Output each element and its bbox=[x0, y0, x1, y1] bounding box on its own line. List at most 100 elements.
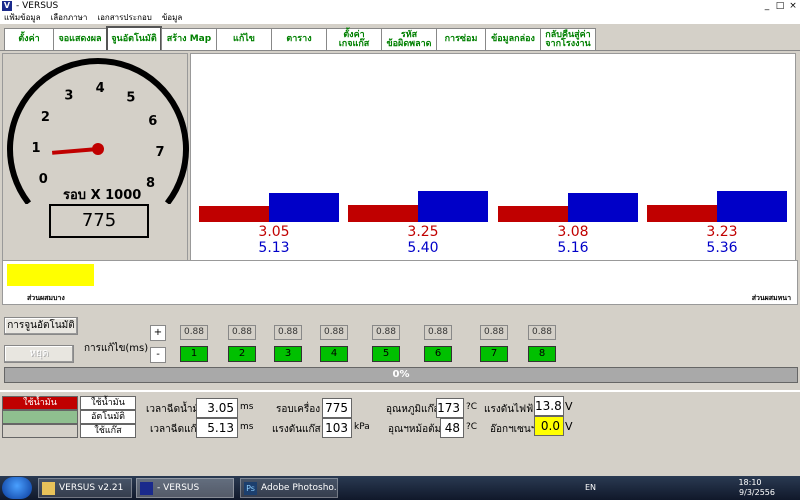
injector-correction-value: 0.88 bbox=[480, 325, 508, 340]
autotune-button[interactable]: การจูนอัตโนมัติ bbox=[4, 317, 78, 335]
task-versus-app[interactable]: - VERSUS bbox=[136, 478, 234, 498]
injector-3: 0.88 3 bbox=[274, 325, 302, 362]
gas-bar-3 bbox=[568, 192, 638, 222]
status-panel: ใช้น้ำมัน ใช้น้ำมัน อัตโนมัติ ใช้แก๊ส เว… bbox=[0, 390, 800, 476]
tab-7[interactable]: รหัส ข้อผิดพลาด bbox=[381, 28, 437, 50]
injector-2: 0.88 2 bbox=[228, 325, 256, 362]
voltage-label: แรงดันไฟฟ้า bbox=[484, 404, 539, 415]
folder-icon bbox=[42, 482, 55, 495]
auto-button[interactable]: อัตโนมัติ bbox=[80, 410, 136, 424]
use-oil-button[interactable]: ใช้น้ำมัน bbox=[80, 396, 136, 410]
taskbar: VERSUS v2.21 - VERSUS Ps Adobe Photosho.… bbox=[0, 476, 800, 500]
tab-9[interactable]: ข้อมูลกล่อง bbox=[485, 28, 541, 50]
injector-select-button[interactable]: 3 bbox=[274, 346, 302, 362]
plus-button[interactable]: + bbox=[150, 325, 166, 341]
bar-group-2 bbox=[348, 190, 498, 222]
injector-select-button[interactable]: 1 bbox=[180, 346, 208, 362]
voltage-unit: V bbox=[565, 400, 573, 413]
gas-state-indicator bbox=[2, 424, 78, 438]
injector-6: 0.88 6 bbox=[424, 325, 452, 362]
menu-file[interactable]: แฟ้มข้อมูล bbox=[4, 12, 41, 24]
use-gas-button[interactable]: ใช้แก๊ส bbox=[80, 424, 136, 438]
injector-select-button[interactable]: 4 bbox=[320, 346, 348, 362]
mixture-indicator bbox=[7, 264, 94, 286]
tab-4[interactable]: แก้ไข bbox=[216, 28, 272, 50]
gauge-tick-6: 6 bbox=[148, 114, 157, 129]
language-indicator[interactable]: EN bbox=[585, 483, 596, 492]
task-photoshop[interactable]: Ps Adobe Photosho... bbox=[240, 478, 338, 498]
gas-value-4: 5.36 bbox=[706, 240, 738, 256]
close-button[interactable]: × bbox=[788, 0, 798, 12]
injector-select-button[interactable]: 7 bbox=[480, 346, 508, 362]
mixture-strip: ส่วนผสมบาง ส่วนผสมหนา bbox=[2, 260, 798, 305]
gauge-needle bbox=[51, 147, 99, 155]
gas-bar-2 bbox=[418, 191, 488, 222]
injector-correction-value: 0.88 bbox=[424, 325, 452, 340]
fuel-state-indicator: ใช้น้ำมัน bbox=[2, 396, 78, 410]
gas-temp-label: อุณหภูมิแก๊ส bbox=[386, 404, 440, 415]
menu-documents[interactable]: เอกสารประกอบ bbox=[97, 12, 151, 24]
fuel-bar-3 bbox=[498, 205, 568, 222]
gas-bar-4 bbox=[717, 191, 787, 222]
injector-select-button[interactable]: 2 bbox=[228, 346, 256, 362]
rich-label: ส่วนผสมหนา bbox=[751, 294, 791, 302]
injector-correction-value: 0.88 bbox=[320, 325, 348, 340]
gas-time-label: เวลาฉีดแก๊ส bbox=[150, 424, 203, 435]
title-bar: V - VERSUS _ □ × bbox=[0, 0, 800, 12]
bar-group-3 bbox=[498, 190, 648, 222]
gauge-tick-5: 5 bbox=[126, 90, 135, 105]
gauge-tick-4: 4 bbox=[96, 81, 105, 96]
tab-0[interactable]: ตั้งค่า bbox=[4, 28, 54, 50]
pressure-unit: kPa bbox=[354, 422, 370, 432]
auto-state-indicator bbox=[2, 410, 78, 424]
window-title: - VERSUS bbox=[16, 1, 59, 11]
injector-4: 0.88 4 bbox=[320, 325, 348, 362]
injector-correction-value: 0.88 bbox=[228, 325, 256, 340]
minimize-button[interactable]: _ bbox=[762, 0, 772, 12]
rpm-value: 775 bbox=[322, 398, 352, 418]
o2-label: อ๊อกฯเซนฯ bbox=[490, 424, 537, 435]
fuel-bar-2 bbox=[348, 204, 418, 222]
tab-5[interactable]: ตาราง bbox=[271, 28, 327, 50]
o2-value: 0.0 bbox=[534, 416, 564, 436]
gauge-tick-0: 0 bbox=[39, 172, 48, 187]
fuel-time-value: 3.05 bbox=[196, 398, 238, 418]
gas-time-value: 5.13 bbox=[196, 418, 238, 438]
tab-10[interactable]: กลับคืนสู่ค่า จากโรงงาน bbox=[540, 28, 596, 50]
injector-7: 0.88 7 bbox=[480, 325, 508, 362]
tab-6[interactable]: ตั้งค่า เกจแก๊ส bbox=[326, 28, 382, 50]
injector-correction-value: 0.88 bbox=[528, 325, 556, 340]
tab-8[interactable]: การซ่อม bbox=[436, 28, 486, 50]
tab-3[interactable]: สร้าง Map bbox=[161, 28, 217, 50]
fuel-value-4: 3.23 bbox=[706, 224, 738, 240]
bar-group-4 bbox=[647, 190, 797, 222]
task-versus-folder[interactable]: VERSUS v2.21 bbox=[38, 478, 132, 498]
maximize-button[interactable]: □ bbox=[775, 0, 785, 12]
tab-1[interactable]: จอแสดงผล bbox=[53, 28, 107, 50]
injector-select-button[interactable]: 8 bbox=[528, 346, 556, 362]
gas-temp-value: 173 bbox=[436, 398, 464, 418]
menu-info[interactable]: ข้อมูล bbox=[162, 12, 182, 24]
reducer-temp-value: 48 bbox=[440, 418, 464, 438]
progress-bar: 0% bbox=[4, 367, 798, 383]
stop-button[interactable]: หยุด bbox=[4, 345, 74, 363]
gauge-hub bbox=[92, 143, 104, 155]
injector-5: 0.88 5 bbox=[372, 325, 400, 362]
injector-correction-value: 0.88 bbox=[372, 325, 400, 340]
photoshop-icon: Ps bbox=[244, 482, 257, 495]
versus-icon bbox=[140, 482, 153, 495]
menu-language[interactable]: เลือกภาษา bbox=[51, 12, 88, 24]
gas-value-3: 5.16 bbox=[557, 240, 589, 256]
injector-1: 0.88 1 bbox=[180, 325, 208, 362]
minus-button[interactable]: - bbox=[150, 347, 166, 363]
tab-strip: ตั้งค่า จอแสดงผล จูนอัตโนมัติ สร้าง Map แก้ไ… bbox=[4, 26, 596, 50]
injector-select-button[interactable]: 5 bbox=[372, 346, 400, 362]
gas-value-1: 5.13 bbox=[258, 240, 290, 256]
main-panel: 012345678 รอบ X 1000 775 3.05 5.13 3.25 5.4… bbox=[0, 50, 800, 390]
reducer-temp-unit: ?C bbox=[466, 422, 478, 432]
start-button[interactable] bbox=[2, 477, 32, 499]
injector-correction-value: 0.88 bbox=[180, 325, 208, 340]
tab-2[interactable]: จูนอัตโนมัติ bbox=[106, 26, 162, 50]
gas-temp-unit: ?C bbox=[466, 402, 478, 412]
injector-select-button[interactable]: 6 bbox=[424, 346, 452, 362]
